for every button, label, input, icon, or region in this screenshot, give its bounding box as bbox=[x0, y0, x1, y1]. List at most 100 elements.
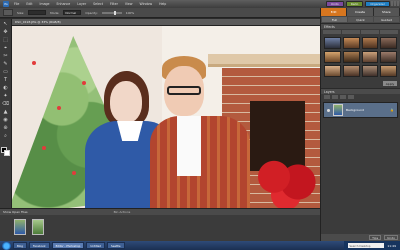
brush-tool-icon[interactable]: ✎ bbox=[2, 61, 10, 67]
photo-ornament bbox=[82, 81, 86, 85]
delete-layer-icon[interactable] bbox=[340, 95, 346, 99]
size-field[interactable] bbox=[28, 10, 47, 15]
menu-edit[interactable]: Edit bbox=[24, 2, 34, 6]
tool-options-bar: Size: Mode: Normal Opacity: 100% bbox=[0, 8, 320, 18]
app-logo: Ps bbox=[3, 1, 9, 7]
menu-filter[interactable]: Filter bbox=[108, 2, 120, 6]
photo-ornament bbox=[57, 106, 61, 110]
canvas-area[interactable] bbox=[12, 26, 320, 208]
window-controls[interactable] bbox=[391, 1, 399, 7]
photoshop-elements-window: Ps File Edit Image Enhance Layer Select … bbox=[0, 0, 400, 250]
effect-thumbnail[interactable] bbox=[361, 65, 379, 77]
eraser-tool-icon[interactable]: ⌫ bbox=[2, 101, 10, 107]
taskbar-item-blog[interactable]: Blog bbox=[13, 242, 27, 249]
photo-effects-button[interactable] bbox=[361, 30, 379, 34]
zoom-tool-icon[interactable]: ⌕ bbox=[2, 133, 10, 139]
bin-actions-menu[interactable]: Bin Actions bbox=[114, 210, 131, 214]
redo-button[interactable]: Redo bbox=[345, 1, 364, 7]
toolbox: ↖ ✥ ⬚ ⌖ ✂ ✎ ▭ T ◐ ✦ ⌫ ▲ ◉ ⊕ ⌕ bbox=[0, 19, 12, 208]
bin-thumbnails bbox=[0, 215, 320, 239]
effect-thumbnail[interactable] bbox=[342, 65, 360, 77]
show-open-files-dropdown[interactable]: Show Open Files bbox=[3, 210, 28, 214]
photo-ornament bbox=[42, 146, 46, 150]
hand-tool-icon[interactable]: ✥ bbox=[2, 29, 10, 35]
effect-thumbnail[interactable] bbox=[380, 65, 397, 77]
effect-thumbnail[interactable] bbox=[324, 51, 341, 63]
menu-bar: Ps File Edit Image Enhance Layer Select … bbox=[0, 0, 400, 8]
size-label: Size: bbox=[17, 10, 25, 15]
background-color-swatch[interactable] bbox=[4, 150, 10, 156]
tab-create[interactable]: Create bbox=[347, 8, 374, 16]
tab-edit[interactable]: Edit bbox=[321, 8, 348, 16]
crop-tool-icon[interactable]: ✂ bbox=[2, 53, 10, 59]
menu-view[interactable]: View bbox=[123, 2, 135, 6]
photo-poinsettia bbox=[256, 156, 316, 208]
shape-tool-icon[interactable]: ▭ bbox=[2, 69, 10, 75]
tab-guided[interactable]: Guided bbox=[374, 17, 399, 22]
tab-full[interactable]: Full bbox=[322, 17, 347, 22]
photo-ornament bbox=[72, 171, 76, 175]
tab-share[interactable]: Share bbox=[373, 8, 400, 16]
start-button[interactable] bbox=[2, 241, 11, 250]
opacity-slider[interactable] bbox=[101, 10, 122, 15]
effect-thumbnail[interactable] bbox=[380, 51, 397, 63]
clock: 11:49 bbox=[387, 243, 396, 248]
effect-thumbnail[interactable] bbox=[342, 51, 360, 63]
opacity-label: Opacity: bbox=[85, 10, 98, 15]
apply-button[interactable]: Apply bbox=[383, 81, 397, 86]
taskbar-item-editor[interactable]: Editor - Photoshop bbox=[51, 242, 85, 249]
new-layer-icon[interactable] bbox=[324, 95, 330, 99]
project-bin: Show Open Files Bin Actions bbox=[0, 208, 320, 241]
filters-button[interactable] bbox=[323, 30, 341, 34]
mode-select[interactable]: Normal bbox=[63, 10, 82, 15]
red-eye-tool-icon[interactable]: ◉ bbox=[2, 117, 10, 123]
lock-layer-icon[interactable] bbox=[348, 95, 354, 99]
undo-button[interactable]: Undo bbox=[325, 1, 344, 7]
menu-layer[interactable]: Layer bbox=[75, 2, 88, 6]
layer-styles-button[interactable] bbox=[342, 30, 360, 34]
effect-thumbnail[interactable] bbox=[342, 37, 360, 49]
effect-thumbnail[interactable] bbox=[361, 37, 379, 49]
tab-quick[interactable]: Quick bbox=[348, 17, 373, 22]
dodge-tool-icon[interactable]: ◐ bbox=[2, 85, 10, 91]
menu-image[interactable]: Image bbox=[38, 2, 52, 6]
eyedropper-tool-icon[interactable]: ⌖ bbox=[2, 45, 10, 51]
effect-thumbnail[interactable] bbox=[361, 51, 379, 63]
undo-history-button[interactable]: Undo bbox=[384, 235, 398, 240]
bin-thumbnail[interactable] bbox=[32, 219, 44, 235]
clone-tool-icon[interactable]: ⊕ bbox=[2, 125, 10, 131]
menu-file[interactable]: File bbox=[12, 2, 21, 6]
type-tool-icon[interactable]: T bbox=[2, 77, 10, 83]
sharpen-tool-icon[interactable]: ▲ bbox=[2, 109, 10, 115]
marquee-tool-icon[interactable]: ⬚ bbox=[2, 37, 10, 43]
effect-thumbnail[interactable] bbox=[324, 37, 341, 49]
organizer-button[interactable]: Organizer bbox=[365, 1, 390, 7]
tips-button[interactable]: Tips bbox=[369, 235, 382, 240]
edit-subtabs: Full Quick Guided bbox=[321, 16, 400, 23]
menu-help[interactable]: Help bbox=[157, 2, 168, 6]
effect-thumbnail[interactable] bbox=[380, 37, 397, 49]
mode-tabs: Edit Create Share bbox=[321, 8, 400, 16]
move-tool-icon[interactable]: ↖ bbox=[2, 21, 10, 27]
filter-category-dropdown[interactable] bbox=[380, 30, 398, 34]
desktop-search-input[interactable]: Search Desktop bbox=[348, 243, 385, 248]
document-tab[interactable]: DSC_0193.JPG @ 33% (RGB/8) bbox=[12, 19, 320, 26]
menu-select[interactable]: Select bbox=[91, 2, 105, 6]
lock-icon: 🔒 bbox=[390, 108, 394, 112]
adjustment-layer-icon[interactable] bbox=[332, 95, 338, 99]
photo-couple-christmas bbox=[12, 26, 320, 208]
color-swatches[interactable] bbox=[1, 147, 10, 156]
menu-window[interactable]: Window bbox=[137, 2, 154, 6]
effect-thumbnail[interactable] bbox=[324, 65, 341, 77]
visibility-eye-icon[interactable] bbox=[327, 108, 330, 112]
taskbar-item-seattle[interactable]: Seattle bbox=[107, 242, 125, 249]
spot-heal-tool-icon[interactable]: ✦ bbox=[2, 93, 10, 99]
menu-enhance[interactable]: Enhance bbox=[55, 2, 73, 6]
layer-row-background[interactable]: Background 🔒 bbox=[323, 102, 398, 118]
panel-footer: Tips Undo bbox=[321, 234, 400, 241]
bin-thumbnail[interactable] bbox=[14, 219, 26, 235]
taskbar-item-facebook[interactable]: Facebook bbox=[28, 242, 50, 249]
taskbar-item-untitled[interactable]: Untitled bbox=[86, 242, 105, 249]
layers-toolbar bbox=[321, 94, 400, 100]
brush-preset-picker[interactable] bbox=[3, 9, 13, 16]
